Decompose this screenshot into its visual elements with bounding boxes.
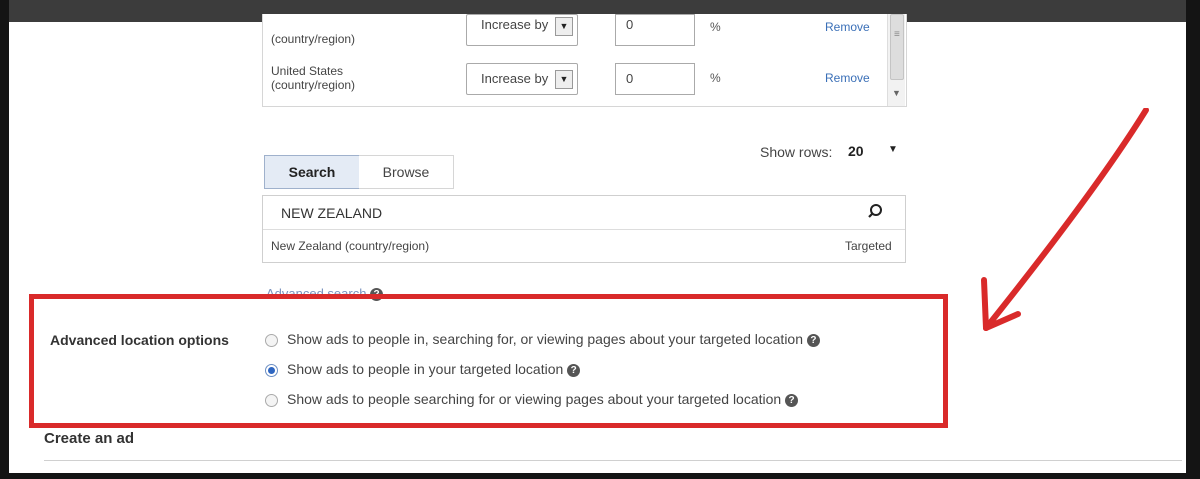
location-search-input[interactable]: NEW ZEALAND [263,196,905,230]
percent-unit: % [710,20,721,34]
show-rows-select[interactable]: 20 ▼ [842,140,904,162]
table-row: United States (country/region) Increase … [263,60,888,106]
location-name: United States (country/region) [271,64,356,92]
bid-adjustment-input[interactable]: 0 [615,14,695,46]
result-location-name: New Zealand (country/region) [271,239,430,253]
bid-adjustment-select[interactable]: Increase by ▼ [466,63,578,95]
annotation-arrow-icon [981,108,1149,331]
bid-adjustment-input[interactable]: 0 [615,63,695,95]
scroll-down-icon[interactable]: ▼ [892,88,901,98]
search-icon[interactable] [867,202,887,222]
advanced-location-options-label: Advanced location options [50,332,229,348]
chevron-down-icon: ▼ [888,144,898,155]
tab-browse[interactable]: Browse [359,155,454,189]
location-bid-table: (country/region) Increase by ▼ 0 % Remov… [262,14,907,107]
bid-adjustment-select[interactable]: Increase by ▼ [466,14,578,46]
window-border-left [0,0,9,479]
window-border-right [1186,0,1200,479]
remove-link[interactable]: Remove [825,20,870,34]
window-border-bottom [0,473,1200,479]
radio-button[interactable] [265,334,278,347]
help-icon[interactable]: ? [806,334,820,347]
location-name: (country/region) [271,32,356,46]
help-icon[interactable]: ? [785,394,799,407]
show-rows-label: Show rows: [760,144,833,160]
tab-search[interactable]: Search [264,155,360,189]
section-divider [44,460,1182,461]
chevron-down-icon: ▼ [555,17,573,36]
grip-icon: ≡ [894,29,900,40]
chevron-down-icon: ▼ [555,70,573,89]
radio-button[interactable] [265,394,278,407]
percent-unit: % [710,71,721,85]
table-row: (country/region) Increase by ▼ 0 % Remov… [263,14,888,60]
remove-link[interactable]: Remove [825,71,870,85]
help-icon[interactable]: ? [567,364,581,377]
radio-button-selected[interactable] [265,364,278,377]
location-search-panel: NEW ZEALAND New Zealand (country/region)… [262,195,906,263]
create-ad-heading: Create an ad [44,430,135,447]
result-status: Targeted [845,239,892,253]
table-scrollbar[interactable]: ≡ ▼ [887,14,905,106]
scrollbar-thumb[interactable]: ≡ [890,14,904,80]
